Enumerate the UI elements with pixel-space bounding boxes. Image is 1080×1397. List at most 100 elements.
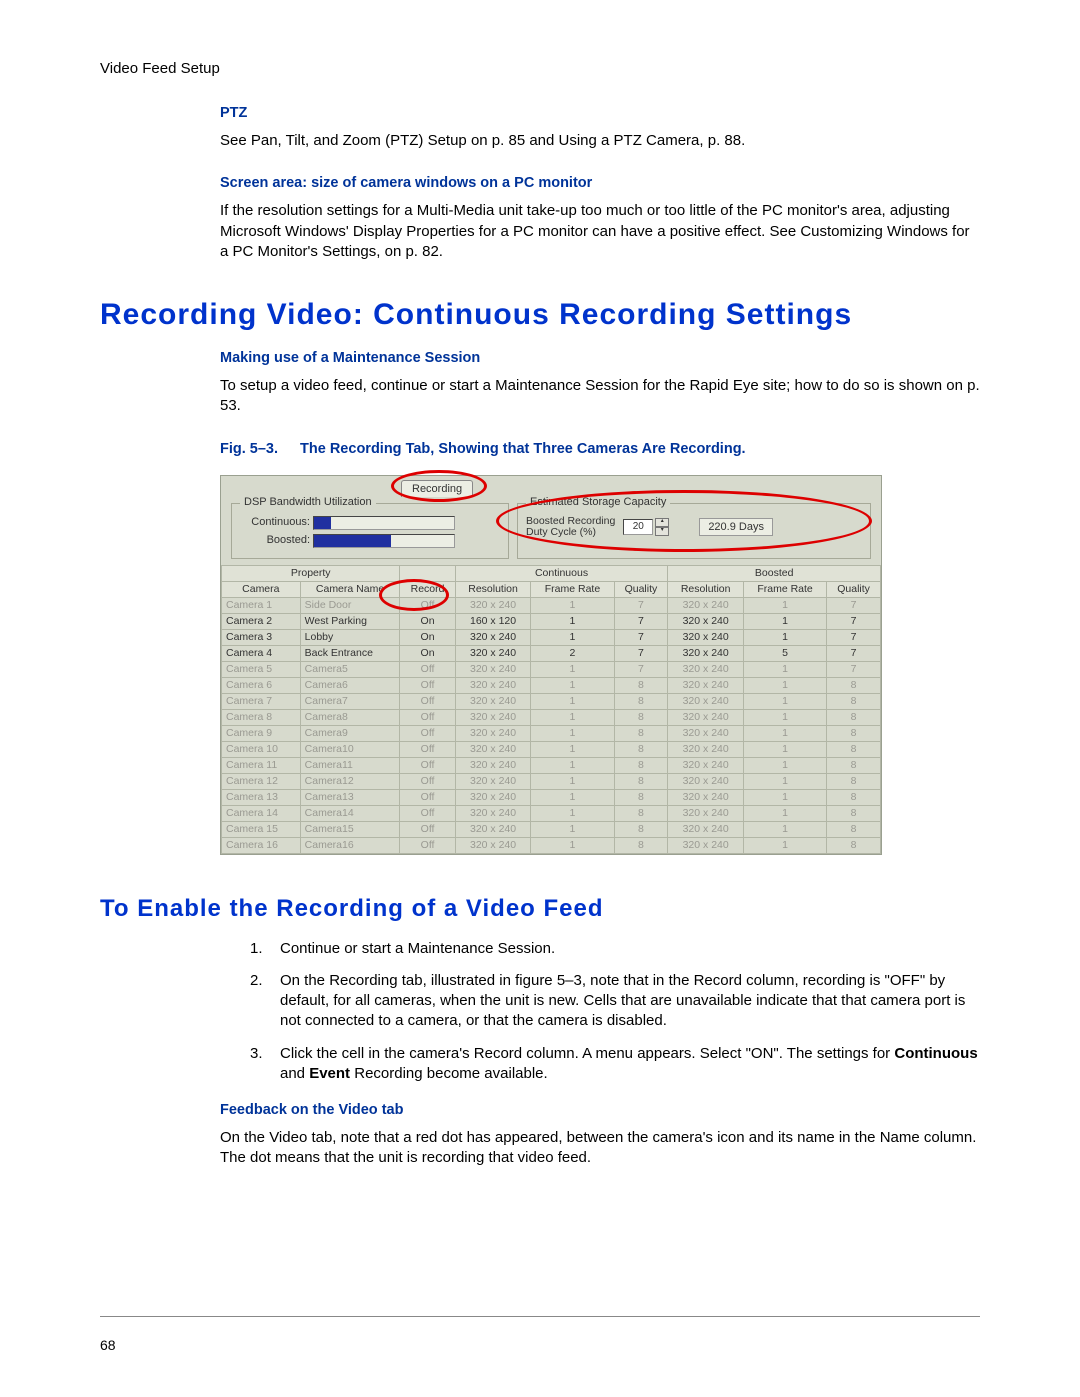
table-cell[interactable]: 320 x 240 — [668, 741, 744, 757]
table-cell[interactable]: 8 — [827, 773, 881, 789]
table-cell[interactable]: Camera 12 — [222, 773, 301, 789]
table-row[interactable]: Camera 9Camera9Off320 x 24018320 x 24018 — [222, 725, 881, 741]
table-cell[interactable]: Camera 13 — [222, 789, 301, 805]
table-cell[interactable]: 1 — [531, 837, 614, 853]
table-cell[interactable]: 8 — [827, 709, 881, 725]
table-cell[interactable]: Camera7 — [300, 693, 400, 709]
table-cell[interactable]: Camera 8 — [222, 709, 301, 725]
table-cell[interactable]: 1 — [743, 629, 826, 645]
table-cell[interactable]: 320 x 240 — [668, 677, 744, 693]
table-cell[interactable]: 7 — [827, 613, 881, 629]
table-cell[interactable]: Off — [400, 805, 455, 821]
table-cell[interactable]: 8 — [614, 821, 668, 837]
table-cell[interactable]: 1 — [743, 677, 826, 693]
table-cell[interactable]: 1 — [531, 613, 614, 629]
table-cell[interactable]: 8 — [827, 757, 881, 773]
table-cell[interactable]: Side Door — [300, 597, 400, 613]
table-cell[interactable]: 1 — [743, 597, 826, 613]
table-row[interactable]: Camera 12Camera12Off320 x 24018320 x 240… — [222, 773, 881, 789]
table-cell[interactable]: 1 — [531, 709, 614, 725]
table-cell[interactable]: Camera 2 — [222, 613, 301, 629]
table-row[interactable]: Camera 14Camera14Off320 x 24018320 x 240… — [222, 805, 881, 821]
table-cell[interactable]: 1 — [743, 693, 826, 709]
table-cell[interactable]: 1 — [743, 805, 826, 821]
table-cell[interactable]: 320 x 240 — [668, 597, 744, 613]
table-cell[interactable]: Camera 6 — [222, 677, 301, 693]
table-cell[interactable]: 8 — [614, 789, 668, 805]
table-cell[interactable]: 320 x 240 — [455, 677, 531, 693]
table-cell[interactable]: 1 — [531, 597, 614, 613]
table-cell[interactable]: Off — [400, 821, 455, 837]
table-cell[interactable]: Camera15 — [300, 821, 400, 837]
table-cell[interactable]: 1 — [531, 725, 614, 741]
table-cell[interactable]: West Parking — [300, 613, 400, 629]
table-cell[interactable]: Camera6 — [300, 677, 400, 693]
table-cell[interactable]: 7 — [827, 597, 881, 613]
table-cell[interactable]: 320 x 240 — [455, 805, 531, 821]
table-cell[interactable]: 7 — [614, 613, 668, 629]
table-cell[interactable]: 320 x 240 — [668, 693, 744, 709]
table-cell[interactable]: Off — [400, 837, 455, 853]
table-cell[interactable]: 160 x 120 — [455, 613, 531, 629]
table-row[interactable]: Camera 11Camera11Off320 x 24018320 x 240… — [222, 757, 881, 773]
table-cell[interactable]: 1 — [531, 789, 614, 805]
table-cell[interactable]: 1 — [531, 821, 614, 837]
table-cell[interactable]: 320 x 240 — [668, 789, 744, 805]
duty-cycle-spinner[interactable]: ▴▾ — [655, 518, 669, 536]
table-cell[interactable]: Off — [400, 725, 455, 741]
table-cell[interactable]: 7 — [614, 597, 668, 613]
table-cell[interactable]: On — [400, 613, 455, 629]
table-cell[interactable]: Camera8 — [300, 709, 400, 725]
table-cell[interactable]: 8 — [827, 677, 881, 693]
table-row[interactable]: Camera 10Camera10Off320 x 24018320 x 240… — [222, 741, 881, 757]
table-cell[interactable]: On — [400, 629, 455, 645]
table-cell[interactable]: 1 — [743, 789, 826, 805]
table-cell[interactable]: 7 — [827, 645, 881, 661]
table-cell[interactable]: 1 — [743, 773, 826, 789]
table-row[interactable]: Camera 3LobbyOn320 x 24017320 x 24017 — [222, 629, 881, 645]
table-cell[interactable]: 7 — [614, 645, 668, 661]
table-cell[interactable]: 1 — [531, 741, 614, 757]
table-row[interactable]: Camera 8Camera8Off320 x 24018320 x 24018 — [222, 709, 881, 725]
table-cell[interactable]: 320 x 240 — [668, 821, 744, 837]
tab-recording[interactable]: Recording — [401, 480, 473, 497]
table-cell[interactable]: Camera 9 — [222, 725, 301, 741]
table-cell[interactable]: Camera9 — [300, 725, 400, 741]
table-cell[interactable]: 320 x 240 — [668, 773, 744, 789]
duty-cycle-input[interactable]: 20 — [623, 519, 653, 535]
table-cell[interactable]: 8 — [614, 741, 668, 757]
table-cell[interactable]: 320 x 240 — [668, 645, 744, 661]
table-cell[interactable]: 8 — [827, 693, 881, 709]
table-cell[interactable]: 1 — [743, 661, 826, 677]
table-cell[interactable]: 8 — [827, 741, 881, 757]
table-cell[interactable]: 1 — [531, 805, 614, 821]
table-cell[interactable]: 320 x 240 — [455, 629, 531, 645]
table-cell[interactable]: 8 — [614, 677, 668, 693]
table-cell[interactable]: Camera 15 — [222, 821, 301, 837]
table-cell[interactable]: 320 x 240 — [668, 757, 744, 773]
table-cell[interactable]: 1 — [531, 693, 614, 709]
table-row[interactable]: Camera 4Back EntranceOn320 x 24027320 x … — [222, 645, 881, 661]
table-cell[interactable]: Camera 14 — [222, 805, 301, 821]
table-cell[interactable]: 320 x 240 — [455, 693, 531, 709]
table-cell[interactable]: 1 — [531, 661, 614, 677]
table-cell[interactable]: Off — [400, 677, 455, 693]
table-cell[interactable]: Back Entrance — [300, 645, 400, 661]
table-cell[interactable]: 8 — [827, 821, 881, 837]
table-cell[interactable]: Camera10 — [300, 741, 400, 757]
table-cell[interactable]: Camera 11 — [222, 757, 301, 773]
table-cell[interactable]: Off — [400, 709, 455, 725]
table-cell[interactable]: Camera11 — [300, 757, 400, 773]
table-cell[interactable]: Camera 7 — [222, 693, 301, 709]
table-cell[interactable]: 7 — [614, 661, 668, 677]
table-row[interactable]: Camera 5Camera5Off320 x 24017320 x 24017 — [222, 661, 881, 677]
table-cell[interactable]: Off — [400, 773, 455, 789]
table-cell[interactable]: 320 x 240 — [455, 837, 531, 853]
table-cell[interactable]: Camera 4 — [222, 645, 301, 661]
table-cell[interactable]: 8 — [827, 789, 881, 805]
table-cell[interactable]: 7 — [827, 661, 881, 677]
table-cell[interactable]: 8 — [827, 725, 881, 741]
table-cell[interactable]: 320 x 240 — [455, 645, 531, 661]
table-cell[interactable]: Camera 1 — [222, 597, 301, 613]
table-cell[interactable]: Camera 5 — [222, 661, 301, 677]
